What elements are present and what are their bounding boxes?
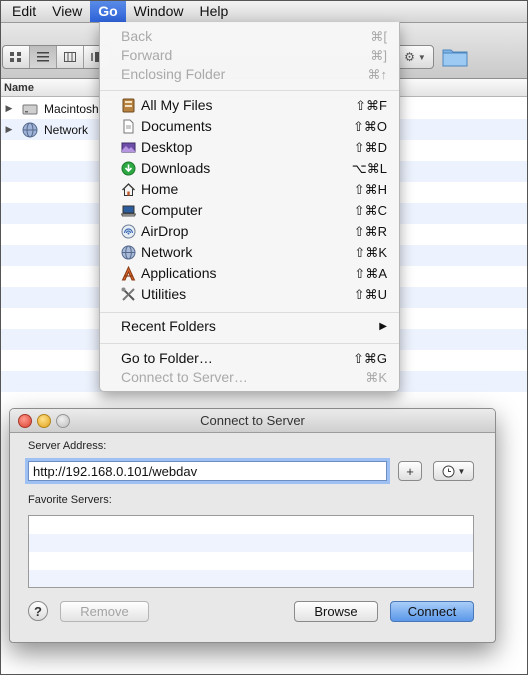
menu-window[interactable]: Window [126, 0, 192, 22]
chevron-down-icon: ▼ [417, 52, 426, 62]
recent-servers-button[interactable]: ▼ [433, 461, 474, 481]
menu-go[interactable]: Go [90, 0, 126, 22]
airdrop-icon [121, 224, 136, 239]
server-address-input[interactable] [28, 461, 387, 481]
menu-item-go-to-folder[interactable]: Go to Folder… ⇧⌘G [100, 348, 399, 369]
list-item [29, 570, 473, 587]
menu-separator [100, 312, 399, 313]
documents-icon [123, 119, 134, 134]
favorite-servers-label: Favorite Servers: [28, 494, 112, 506]
connect-to-server-dialog: Connect to Server Server Address: + ▼ Fa… [9, 408, 496, 643]
submenu-arrow-icon: ▶ [379, 321, 387, 332]
icon-view-button[interactable] [3, 46, 30, 68]
view-mode-segmented-control [2, 45, 111, 69]
list-item [29, 534, 473, 552]
menu-item-connect-to-server[interactable]: Connect to Server… ⌘K [100, 367, 399, 388]
column-view-button[interactable] [57, 46, 84, 68]
menu-item-network[interactable]: Network ⇧⌘K [100, 242, 399, 263]
list-view-button[interactable] [30, 46, 57, 68]
menu-item-utilities[interactable]: Utilities ⇧⌘U [100, 284, 399, 305]
chevron-down-icon: ▼ [457, 466, 466, 476]
connect-button[interactable]: Connect [390, 601, 474, 622]
menu-item-computer[interactable]: Computer ⇧⌘C [100, 200, 399, 221]
dialog-title: Connect to Server [200, 413, 305, 428]
menu-item-applications[interactable]: Applications ⇧⌘A [100, 263, 399, 284]
gear-icon: ⚙ [404, 50, 415, 64]
add-favorite-button[interactable]: + [398, 461, 422, 481]
menu-edit[interactable]: Edit [0, 0, 44, 22]
icon-grid-icon [10, 52, 21, 62]
list-item-label: Macintosh [44, 101, 99, 116]
disclosure-triangle-icon[interactable]: ▶ [2, 103, 16, 114]
remove-button[interactable]: Remove [60, 601, 149, 622]
menu-item-recent-folders[interactable]: Recent Folders ▶ [100, 316, 399, 337]
menu-item-documents[interactable]: Documents ⇧⌘O [100, 116, 399, 137]
menu-item-downloads[interactable]: Downloads ⌥⌘L [100, 158, 399, 179]
network-globe-icon [22, 122, 38, 137]
new-folder-icon[interactable] [442, 47, 468, 67]
home-icon [122, 183, 135, 196]
list-item [29, 552, 473, 570]
list-lines-icon [37, 52, 49, 62]
dialog-titlebar: Connect to Server [10, 409, 495, 433]
menu-help[interactable]: Help [191, 0, 236, 22]
menu-item-home[interactable]: Home ⇧⌘H [100, 179, 399, 200]
menu-item-airdrop[interactable]: AirDrop ⇧⌘R [100, 221, 399, 242]
computer-icon [121, 205, 136, 217]
favorite-servers-list[interactable] [28, 515, 474, 588]
action-menu-button[interactable]: ⚙ ▼ [396, 45, 434, 69]
all-my-files-icon [122, 98, 135, 113]
menu-item-all-my-files[interactable]: All My Files ⇧⌘F [100, 95, 399, 116]
menu-item-forward[interactable]: Forward ⌘] [100, 45, 399, 66]
list-item [29, 516, 473, 534]
menu-bar: Edit View Go Window Help [0, 0, 528, 23]
browse-button[interactable]: Browse [294, 601, 378, 622]
list-item-label: Network [44, 122, 89, 137]
menu-separator [100, 343, 399, 344]
menu-item-desktop[interactable]: Desktop ⇧⌘D [100, 137, 399, 158]
menu-separator [100, 90, 399, 91]
columns-icon [64, 52, 76, 62]
desktop-icon [121, 142, 136, 153]
go-menu-dropdown: Back ⌘[ Forward ⌘] Enclosing Folder ⌘↑ A… [99, 22, 400, 392]
help-button[interactable]: ? [28, 601, 48, 621]
server-address-label: Server Address: [28, 440, 107, 452]
applications-icon [121, 266, 136, 281]
menu-item-enclosing-folder[interactable]: Enclosing Folder ⌘↑ [100, 64, 399, 85]
menu-view[interactable]: View [44, 0, 90, 22]
disclosure-triangle-icon[interactable]: ▶ [2, 124, 16, 135]
network-icon [121, 245, 136, 260]
hard-drive-icon [22, 104, 38, 114]
menu-item-back[interactable]: Back ⌘[ [100, 26, 399, 47]
clock-icon [442, 465, 455, 477]
utilities-icon [121, 287, 135, 301]
downloads-icon [121, 161, 136, 176]
